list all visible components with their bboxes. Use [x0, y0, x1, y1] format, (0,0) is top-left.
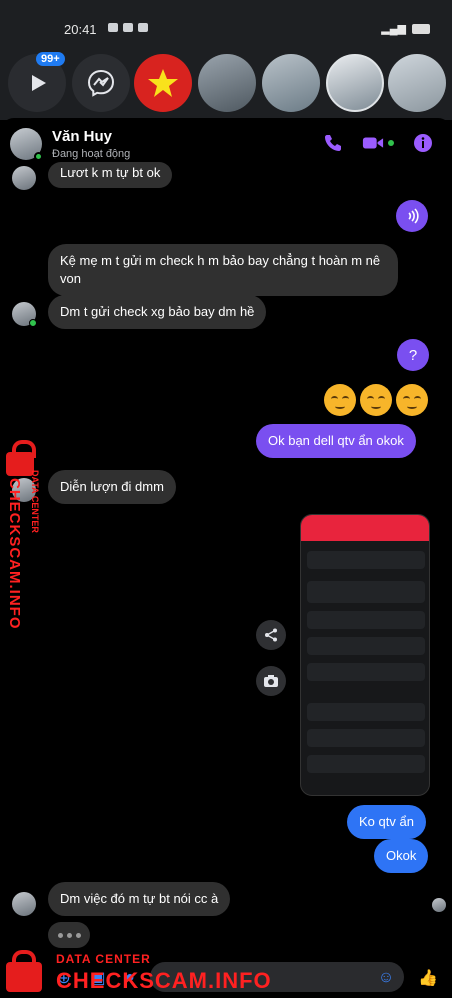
- status-right: ▂▄▆: [381, 22, 430, 35]
- message-received[interactable]: Diễn lượn đi dmm: [48, 470, 176, 504]
- emoji-picker-icon[interactable]: ☺: [376, 968, 396, 988]
- message-received[interactable]: Lươt k m tự bt ok: [48, 162, 173, 188]
- sender-avatar: [12, 166, 36, 190]
- audio-icon: [408, 208, 419, 224]
- sender-avatar: [12, 892, 36, 916]
- contact-status: Đang hoạt động: [52, 148, 131, 160]
- chat-head-avatar-1[interactable]: [198, 54, 256, 112]
- question-message[interactable]: ?: [397, 339, 429, 371]
- contact-name[interactable]: Văn Huy: [52, 128, 112, 145]
- share-icon: [265, 628, 277, 642]
- like-icon[interactable]: 👍: [418, 968, 438, 988]
- watermark-vertical: CHECKSCAM.INFO: [6, 478, 23, 630]
- shared-screenshot[interactable]: [300, 514, 430, 796]
- messenger-icon: [87, 69, 115, 97]
- camera-icon: [264, 675, 278, 687]
- message-sent[interactable]: Okok: [374, 839, 429, 873]
- share-button[interactable]: [256, 620, 286, 650]
- watermark-data-center: DATA CENTER: [30, 470, 40, 533]
- message-received[interactable]: Dm t gửi check xg bảo bay dm hề: [48, 295, 267, 329]
- signal-icon: ▂▄▆: [381, 23, 406, 35]
- audio-message[interactable]: [396, 200, 428, 232]
- watermark-data-center: DATA CENTER: [56, 952, 151, 966]
- emoji-icon: [360, 384, 392, 416]
- chat-head-avatar-2[interactable]: [262, 54, 320, 112]
- video-active-dot: [388, 140, 394, 146]
- unread-badge: 99+: [36, 52, 65, 66]
- phone-icon[interactable]: [322, 132, 344, 154]
- notification-icons: [108, 23, 148, 32]
- star-icon: [148, 69, 178, 97]
- chat-head-avatar-3[interactable]: [326, 54, 384, 112]
- chat-window: Văn Huy Đang hoạt động Lươt k m tự bt ok…: [0, 118, 452, 998]
- chat-heads: [0, 54, 452, 112]
- info-icon[interactable]: [412, 132, 434, 154]
- battery-icon: [412, 23, 430, 34]
- chat-head-flag[interactable]: [134, 54, 192, 112]
- chat-head-messenger[interactable]: [72, 54, 130, 112]
- lock-icon: [6, 950, 42, 992]
- watermark-brand: CHECKSCAM.INFO: [56, 968, 272, 993]
- screenshot-header: [301, 515, 429, 541]
- camera-button[interactable]: [256, 666, 286, 696]
- chat-head-avatar-4[interactable]: [388, 54, 446, 112]
- message-sent[interactable]: Ko qtv ẩn: [347, 805, 426, 839]
- status-bar: 20:41 ▂▄▆: [0, 18, 452, 40]
- message-sent[interactable]: Ok bạn dell qtv ẩn okok: [256, 424, 416, 458]
- online-indicator: [34, 152, 43, 161]
- online-indicator: [29, 319, 37, 327]
- typing-indicator: [48, 922, 90, 948]
- message-received[interactable]: Kệ mẹ m t gửi m check h m bảo bay chẳng …: [48, 244, 398, 296]
- emoji-icon: [396, 384, 428, 416]
- emoji-icon: [324, 384, 356, 416]
- play-icon: [32, 75, 46, 91]
- seen-avatar: [432, 898, 446, 912]
- header-actions: [322, 132, 434, 154]
- message-received[interactable]: Dm việc đó m tự bt nói cc à: [48, 882, 231, 916]
- status-time: 20:41: [64, 22, 97, 37]
- video-icon[interactable]: [362, 132, 384, 154]
